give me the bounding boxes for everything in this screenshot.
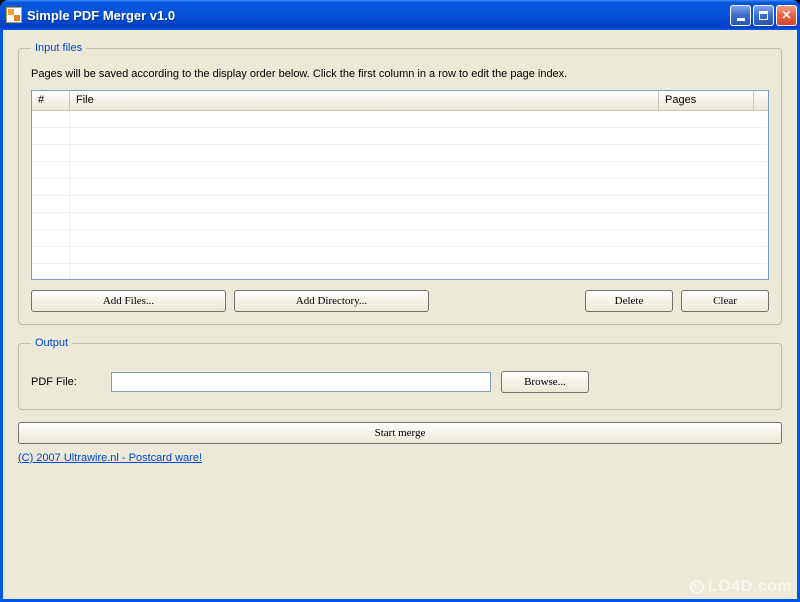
footer-link[interactable]: (C) 2007 Ultrawire.nl - Postcard ware! (18, 452, 782, 464)
column-header-spacer (754, 91, 768, 110)
titlebar[interactable]: Simple PDF Merger v1.0 ✕ (0, 0, 800, 30)
table-row[interactable] (32, 111, 768, 128)
table-row[interactable] (32, 247, 768, 264)
column-header-file[interactable]: File (70, 91, 659, 110)
window: Simple PDF Merger v1.0 ✕ Input files Pag… (0, 0, 800, 602)
input-button-row: Add Files... Add Directory... Delete Cle… (31, 290, 769, 312)
maximize-button[interactable] (753, 5, 774, 26)
table-body[interactable] (32, 111, 768, 279)
add-directory-button[interactable]: Add Directory... (234, 290, 429, 312)
column-header-pages[interactable]: Pages (659, 91, 754, 110)
table-header: # File Pages (32, 91, 768, 111)
table-row[interactable] (32, 264, 768, 280)
watermark-icon: ↻ (690, 580, 704, 594)
window-title: Simple PDF Merger v1.0 (27, 8, 730, 23)
table-row[interactable] (32, 145, 768, 162)
add-files-button[interactable]: Add Files... (31, 290, 226, 312)
start-merge-button[interactable]: Start merge (18, 422, 782, 444)
window-controls: ✕ (730, 5, 797, 26)
watermark: ↻ LO4D.com (690, 578, 792, 596)
watermark-text: LO4D.com (708, 578, 792, 596)
app-icon (6, 7, 22, 23)
column-header-index[interactable]: # (32, 91, 70, 110)
client-area: Input files Pages will be saved accordin… (3, 30, 797, 599)
output-group: Output PDF File: Browse... (18, 337, 782, 410)
close-button[interactable]: ✕ (776, 5, 797, 26)
spacer (437, 290, 577, 312)
output-row: PDF File: Browse... (31, 363, 769, 397)
delete-button[interactable]: Delete (585, 290, 673, 312)
table-row[interactable] (32, 196, 768, 213)
input-files-group: Input files Pages will be saved accordin… (18, 42, 782, 325)
close-icon: ✕ (781, 9, 791, 21)
table-row[interactable] (32, 179, 768, 196)
minimize-icon (737, 18, 745, 21)
browse-button[interactable]: Browse... (501, 371, 589, 393)
table-row[interactable] (32, 213, 768, 230)
pdf-file-input[interactable] (111, 372, 491, 392)
instruction-text: Pages will be saved according to the dis… (31, 68, 769, 80)
input-files-legend: Input files (31, 42, 86, 54)
maximize-icon (759, 11, 768, 20)
pdf-file-label: PDF File: (31, 376, 101, 388)
minimize-button[interactable] (730, 5, 751, 26)
table-row[interactable] (32, 128, 768, 145)
file-table[interactable]: # File Pages (31, 90, 769, 280)
clear-button[interactable]: Clear (681, 290, 769, 312)
table-row[interactable] (32, 162, 768, 179)
table-row[interactable] (32, 230, 768, 247)
output-legend: Output (31, 337, 72, 349)
